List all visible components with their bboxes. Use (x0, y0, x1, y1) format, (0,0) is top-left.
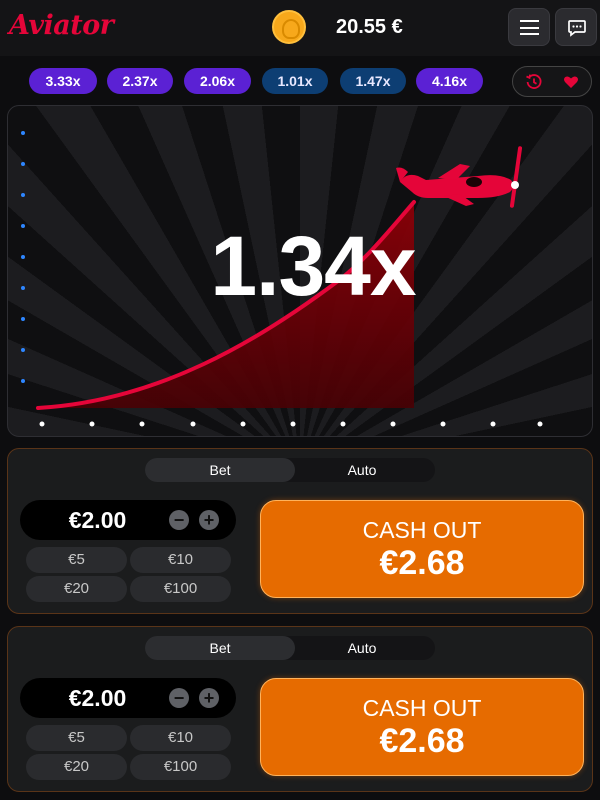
quick-amount-button[interactable]: €20 (26, 754, 127, 780)
current-multiplier: 1.34x (210, 219, 416, 313)
history-toggle[interactable] (512, 66, 592, 97)
cash-out-button[interactable]: CASH OUT €2.68 (260, 500, 584, 598)
cash-out-label: CASH OUT (362, 695, 482, 721)
cash-out-amount: €2.68 (379, 544, 465, 582)
multiplier-badge[interactable]: 2.06x (184, 68, 251, 94)
multiplier-badge[interactable]: 2.37x (107, 68, 173, 94)
multiplier-badge[interactable]: 1.01x (262, 68, 328, 94)
game-area: 1.34x (7, 105, 593, 437)
quick-amount-button[interactable]: €5 (26, 547, 127, 573)
airplane-icon (396, 146, 523, 208)
bet-panel: Bet Auto €2.00 − + €5 €10 €20 €100 CASH … (7, 448, 593, 614)
balance-display: 20.55 € (336, 16, 403, 38)
tab-auto[interactable]: Auto (287, 458, 437, 482)
top-bar: Aviator 20.55 € (0, 0, 600, 56)
quick-amount-button[interactable]: €10 (130, 725, 231, 751)
quick-amount-button[interactable]: €100 (130, 576, 231, 602)
tab-auto[interactable]: Auto (287, 636, 437, 660)
tab-bet[interactable]: Bet (145, 458, 295, 482)
x-axis-dots (39, 421, 543, 427)
bet-amount-field[interactable]: €2.00 − + (20, 678, 236, 718)
decrease-amount-button[interactable]: − (169, 510, 189, 530)
bet-amount-value: €2.00 (68, 507, 127, 533)
cash-out-label: CASH OUT (362, 517, 482, 543)
history-icon (526, 74, 542, 89)
tab-bet[interactable]: Bet (145, 636, 295, 660)
multiplier-badge[interactable]: 4.16x (416, 68, 483, 94)
quick-amount-button[interactable]: €10 (130, 547, 231, 573)
increase-amount-button[interactable]: + (199, 688, 219, 708)
aviator-logo: Aviator (9, 10, 114, 41)
multiplier-badge[interactable]: 1.47x (340, 68, 406, 94)
multiplier-badge[interactable]: 3.33x (29, 68, 97, 94)
bet-panel: Bet Auto €2.00 − + €5 €10 €20 €100 CASH … (7, 626, 593, 792)
chat-icon (568, 20, 586, 37)
quick-amount-button[interactable]: €100 (130, 754, 231, 780)
quick-amount-button[interactable]: €5 (26, 725, 127, 751)
increase-amount-button[interactable]: + (199, 510, 219, 530)
decrease-amount-button[interactable]: − (169, 688, 189, 708)
hamburger-icon (520, 20, 539, 35)
menu-button[interactable] (508, 8, 550, 46)
bet-auto-toggle: Bet Auto (145, 636, 435, 660)
coin-icon (272, 10, 306, 44)
cash-out-button[interactable]: CASH OUT €2.68 (260, 678, 584, 776)
quick-amount-button[interactable]: €20 (26, 576, 127, 602)
heart-icon (564, 76, 578, 88)
bet-auto-toggle: Bet Auto (145, 458, 435, 482)
cash-out-amount: €2.68 (379, 722, 465, 760)
chat-button[interactable] (555, 8, 597, 46)
bet-amount-value: €2.00 (68, 685, 127, 711)
bet-amount-field[interactable]: €2.00 − + (20, 500, 236, 540)
